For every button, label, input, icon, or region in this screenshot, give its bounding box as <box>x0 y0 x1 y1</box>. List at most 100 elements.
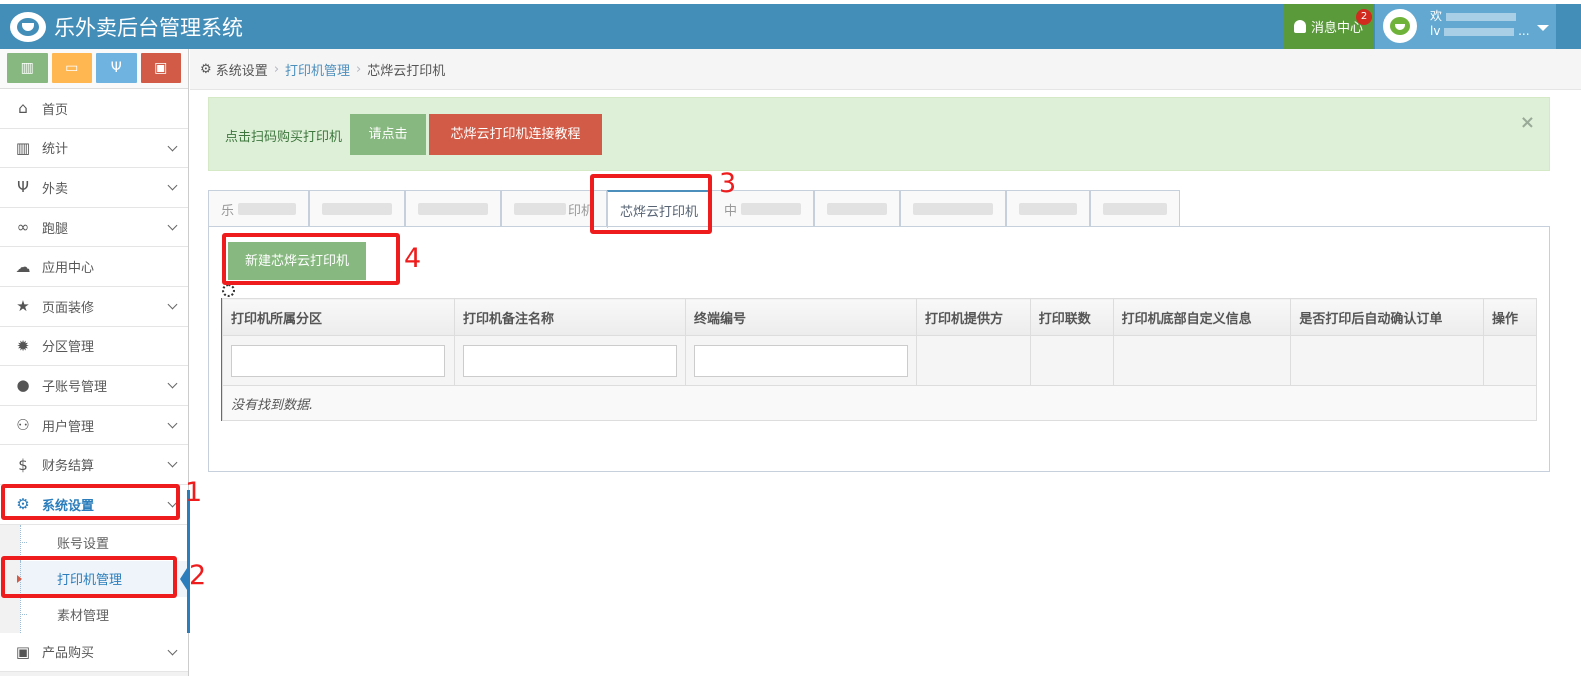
message-center-button[interactable]: 消息中心 2 <box>1283 4 1374 49</box>
sidebar-item-app-center[interactable]: ☁ 应用中心 <box>0 247 188 287</box>
bar-chart-icon: ▥ <box>20 60 34 76</box>
sidebar-item-errand[interactable]: ∞ 跑腿 <box>0 207 188 248</box>
sidebar-item-zones[interactable]: ✹ 分区管理 <box>0 326 188 367</box>
sidebar-item-label: 统计 <box>42 142 69 158</box>
chevron-down-icon <box>167 418 178 429</box>
cutlery-icon: Ψ <box>17 178 29 197</box>
avatar <box>1383 9 1417 43</box>
message-count-badge: 2 <box>1356 9 1372 25</box>
tab-label: 乐 <box>221 203 235 219</box>
filter-cell <box>1029 335 1114 386</box>
user-more: ... <box>1518 24 1530 38</box>
column-header[interactable]: 是否打印后自动确认订单 <box>1290 298 1485 336</box>
users-icon: ⚇ <box>16 416 30 435</box>
app-title: 乐外卖后台管理系统 <box>54 16 243 40</box>
column-header[interactable]: 打印机备注名称 <box>453 298 686 336</box>
sidebar-item-home[interactable]: ⌂ 首页 <box>0 89 188 129</box>
tab-printer-1[interactable]: 乐 <box>208 190 310 227</box>
star-icon: ★ <box>16 297 30 316</box>
tab-printer-2[interactable] <box>309 190 406 227</box>
cutlery-icon: Ψ <box>110 60 122 76</box>
chevron-down-icon <box>167 220 178 231</box>
column-header[interactable]: 终端编号 <box>684 298 917 336</box>
redacted-text <box>514 203 567 215</box>
column-header[interactable]: 打印机底部自定义信息 <box>1112 298 1292 336</box>
cog-icon: ⚙ <box>200 61 216 77</box>
annotation-box-4 <box>222 233 400 285</box>
tab-printer-3[interactable] <box>405 190 502 227</box>
tab-printer-9[interactable] <box>1006 190 1091 227</box>
column-header[interactable]: 打印机提供方 <box>915 298 1031 336</box>
cloud-icon: ☁ <box>15 257 31 276</box>
redacted-text <box>1019 203 1078 215</box>
column-header[interactable]: 打印机所属分区 <box>222 298 455 336</box>
sidebar-item-page-design[interactable]: ★ 页面装修 <box>0 286 188 327</box>
promo-alert: 点击扫码购买打印机 请点击 芯烨云打印机连接教程 × <box>208 97 1550 171</box>
tab-printer-10[interactable] <box>1090 190 1181 227</box>
shortcut-desktop-button[interactable]: ▭ <box>51 53 92 83</box>
user-sub: lv <box>1430 24 1441 38</box>
sidebar-item-takeout[interactable]: Ψ 外卖 <box>0 168 188 208</box>
user-icon: ● <box>16 376 30 395</box>
tree-connector <box>20 614 27 616</box>
annotation-number: 3 <box>719 168 737 199</box>
zone-filter-input[interactable] <box>231 344 445 377</box>
app-logo-icon <box>10 12 46 42</box>
active-item-arrow <box>180 565 189 593</box>
annotation-box-3 <box>590 174 712 234</box>
user-menu[interactable]: 欢 lv ... <box>1375 4 1556 49</box>
sidebar-item-label: 跑腿 <box>42 221 69 237</box>
tab-printer-7[interactable] <box>814 190 901 227</box>
shortcut-food-button[interactable]: Ψ <box>96 53 137 83</box>
message-center-label: 消息中心 <box>1310 21 1363 36</box>
annotation-number: 2 <box>189 560 207 591</box>
user-info: 欢 lv ... <box>1430 9 1530 39</box>
redacted-text <box>913 203 994 215</box>
shortcut-stats-button[interactable]: ▥ <box>7 53 48 83</box>
sidebar-subitem-label: 素材管理 <box>57 609 110 625</box>
sidebar-item-stats[interactable]: ▥ 统计 <box>0 128 188 169</box>
filter-cell <box>915 335 1031 386</box>
chevron-down-icon <box>167 378 178 389</box>
gear-badge-icon: ✹ <box>16 336 30 355</box>
sidebar-item-label: 用户管理 <box>42 419 95 435</box>
sidebar-item-finance[interactable]: $ 财务结算 <box>0 445 188 485</box>
caret-down-icon <box>1537 25 1549 31</box>
redacted-text <box>741 203 802 215</box>
breadcrumb-root[interactable]: 系统设置 <box>216 60 268 79</box>
sidebar-item-label: 财务结算 <box>42 459 95 475</box>
sidebar-item-label: 页面装修 <box>42 300 95 316</box>
redacted-text <box>322 203 393 215</box>
column-header[interactable]: 打印联数 <box>1029 298 1114 336</box>
tree-connector <box>20 542 27 544</box>
sidebar-item-users[interactable]: ⚇ 用户管理 <box>0 405 188 446</box>
tutorial-button[interactable]: 芯烨云打印机连接教程 <box>429 114 602 155</box>
empty-message: 没有找到数据. <box>222 385 1537 421</box>
sidebar-item-label: 分区管理 <box>42 340 95 356</box>
loading-spinner-icon <box>222 284 235 297</box>
sidebar-subitem-label: 账号设置 <box>57 537 110 553</box>
annotation-number: 1 <box>185 477 203 508</box>
annotation-number: 4 <box>404 243 422 274</box>
user-greeting: 欢 <box>1430 9 1443 23</box>
close-icon[interactable]: × <box>1520 112 1535 133</box>
chevron-down-icon <box>167 457 178 468</box>
bell-icon <box>1293 20 1306 33</box>
brand[interactable]: 乐外卖后台管理系统 <box>10 12 243 42</box>
shopping-bag-icon: ▣ <box>15 642 31 661</box>
tab-printer-8[interactable] <box>900 190 1007 227</box>
chevron-down-icon <box>167 299 178 310</box>
sidebar-item-subaccounts[interactable]: ● 子账号管理 <box>0 366 188 406</box>
annotation-box-2 <box>1 556 177 598</box>
home-icon: ⌂ <box>18 99 28 118</box>
terminal-number-filter-input[interactable] <box>693 344 908 377</box>
sidebar-item-product-purchase[interactable]: ▣ 产品购买 <box>0 632 188 673</box>
dollar-icon: $ <box>18 455 28 474</box>
click-here-button[interactable]: 请点击 <box>350 114 426 155</box>
shortcut-shop-button[interactable]: ▣ <box>140 53 181 83</box>
sidebar-subitem-materials[interactable]: 素材管理 <box>20 596 188 633</box>
top-navbar: 乐外卖后台管理系统 消息中心 2 欢 lv ... <box>0 0 1581 49</box>
breadcrumb-link[interactable]: 打印机管理 <box>285 60 350 79</box>
printer-name-filter-input[interactable] <box>462 344 677 377</box>
filter-row <box>222 335 1537 386</box>
